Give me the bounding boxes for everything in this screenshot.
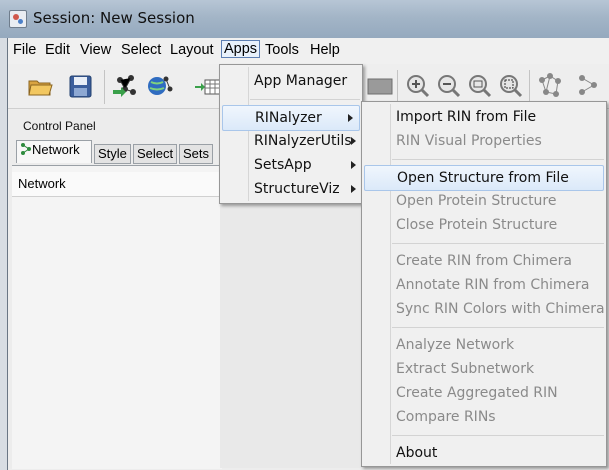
annotate-rin-label: Annotate RIN from Chimera <box>396 277 590 293</box>
import-rin-label: Import RIN from File <box>396 109 537 125</box>
extract-subnetwork-label: Extract Subnetwork <box>396 361 535 377</box>
apps-menu-structureviz[interactable]: StructureViz <box>220 177 362 201</box>
apps-menu: App Manager RINalyzer RINalyzerUtils Set… <box>219 64 363 204</box>
menu-extract-subnetwork[interactable]: Extract Subnetwork <box>362 357 606 381</box>
tab-sets[interactable]: Sets <box>179 144 214 164</box>
sync-rin-colors-label: Sync RIN Colors with Chimera <box>396 301 605 317</box>
menu-create-rin-from-chimera[interactable]: Create RIN from Chimera <box>362 249 606 273</box>
cytoscape-app-icon <box>9 10 27 28</box>
menu-annotate-rin-from-chimera[interactable]: Annotate RIN from Chimera <box>362 273 606 297</box>
tab-style[interactable]: Style <box>94 144 131 164</box>
menu-analyze-network[interactable]: Analyze Network <box>362 333 606 357</box>
about-label: About <box>396 445 438 461</box>
menu-help[interactable]: Help <box>307 41 343 59</box>
compare-rins-label: Compare RINs <box>396 409 496 425</box>
open-structure-label: Open Structure from File <box>397 170 569 186</box>
open-protein-structure-label: Open Protein Structure <box>396 193 557 209</box>
analyze-network-label: Analyze Network <box>396 337 515 353</box>
control-panel: Control Panel Network Style Select Sets … <box>10 110 222 469</box>
rinalyzer-label: RINalyzer <box>255 110 322 126</box>
control-panel-title: Control Panel <box>23 119 96 133</box>
app-manager-label: App Manager <box>254 73 348 89</box>
menu-close-protein-structure[interactable]: Close Protein Structure <box>362 213 606 237</box>
structureviz-label: StructureViz <box>254 181 340 197</box>
create-aggregated-rin-label: Create Aggregated RIN <box>396 385 558 401</box>
network-column-header[interactable]: Network <box>12 172 222 197</box>
menu-open-structure-from-file[interactable]: Open Structure from File <box>364 165 604 191</box>
zoom-out-icon[interactable] <box>435 72 463 100</box>
menu-import-rin-from-file[interactable]: Import RIN from File <box>362 105 606 129</box>
apps-menu-rinalyzer[interactable]: RINalyzer <box>222 105 360 131</box>
menu-compare-rins[interactable]: Compare RINs <box>362 405 606 429</box>
rinalyzerutils-label: RINalyzerUtils <box>254 133 352 149</box>
tab-network[interactable]: Network <box>16 140 92 163</box>
menu-view[interactable]: View <box>77 41 114 59</box>
zoom-in-icon[interactable] <box>404 72 432 100</box>
menu-tools[interactable]: Tools <box>262 41 302 59</box>
open-session-icon[interactable] <box>26 72 54 100</box>
menu-file[interactable]: File <box>10 41 39 59</box>
save-session-icon[interactable] <box>66 72 94 100</box>
menu-layout[interactable]: Layout <box>167 41 217 59</box>
menu-about[interactable]: About <box>362 441 606 465</box>
network-layout-icon[interactable] <box>536 72 564 100</box>
apps-menu-setsapp[interactable]: SetsApp <box>220 153 362 177</box>
import-network-file-icon[interactable] <box>111 72 139 100</box>
menu-sync-rin-colors[interactable]: Sync RIN Colors with Chimera <box>362 297 606 321</box>
network-panel: Network <box>12 165 222 469</box>
menu-apps[interactable]: Apps <box>221 40 261 58</box>
menu-bar: File Edit View Select Layout Apps Tools … <box>8 38 609 64</box>
apps-menu-app-manager[interactable]: App Manager <box>220 69 362 93</box>
apps-menu-rinalyzerutils[interactable]: RINalyzerUtils <box>220 129 362 153</box>
network-column-label: Network <box>18 176 66 191</box>
window-title: Session: New Session <box>33 9 195 27</box>
tab-select[interactable]: Select <box>133 144 178 164</box>
import-table-icon[interactable] <box>194 72 222 100</box>
submenu-arrow-icon <box>351 161 356 169</box>
show-graph-icon[interactable] <box>366 72 394 100</box>
tab-network-label: Network <box>32 142 80 157</box>
setsapp-label: SetsApp <box>254 157 312 173</box>
network-icon <box>21 143 31 155</box>
submenu-arrow-icon <box>348 114 353 122</box>
menu-select[interactable]: Select <box>118 41 164 59</box>
zoom-selected-icon[interactable] <box>497 72 525 100</box>
menu-create-aggregated-rin[interactable]: Create Aggregated RIN <box>362 381 606 405</box>
menu-rin-visual-properties[interactable]: RIN Visual Properties <box>362 129 606 153</box>
rin-visual-properties-label: RIN Visual Properties <box>396 133 542 149</box>
title-bar[interactable]: Session: New Session <box>0 0 609 38</box>
menu-edit[interactable]: Edit <box>42 41 73 59</box>
close-protein-structure-label: Close Protein Structure <box>396 217 558 233</box>
submenu-arrow-icon <box>351 185 356 193</box>
import-network-web-icon[interactable] <box>146 72 174 100</box>
create-rin-label: Create RIN from Chimera <box>396 253 572 269</box>
rinalyzer-submenu: Import RIN from File RIN Visual Properti… <box>361 101 607 467</box>
menu-open-protein-structure[interactable]: Open Protein Structure <box>362 189 606 213</box>
layout-icon[interactable] <box>576 72 604 100</box>
zoom-fit-icon[interactable] <box>466 72 494 100</box>
submenu-arrow-icon <box>351 137 356 145</box>
